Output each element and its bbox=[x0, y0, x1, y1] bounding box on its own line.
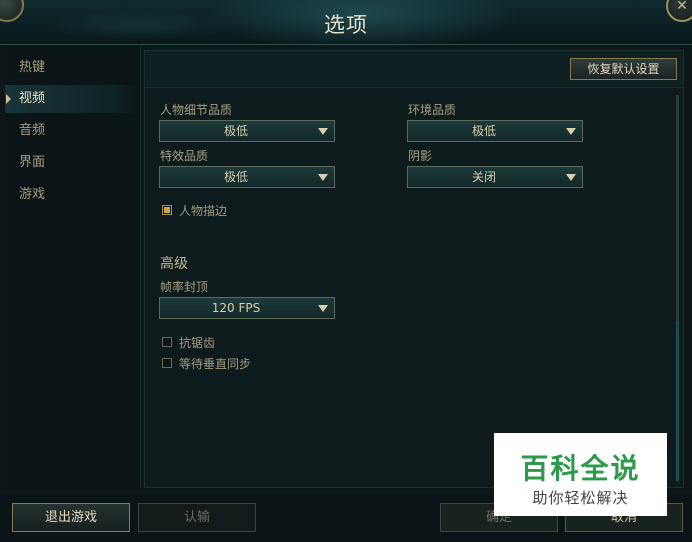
content-scrollbar[interactable] bbox=[676, 95, 679, 485]
anti-aliasing-checkbox[interactable] bbox=[162, 337, 172, 347]
scrollbar-thumb[interactable] bbox=[676, 321, 679, 481]
dropdown-arrow-icon bbox=[318, 305, 328, 312]
restore-defaults-button[interactable]: 恢复默认设置 bbox=[570, 58, 677, 80]
environment-quality-label: 环境品质 bbox=[408, 103, 457, 117]
dropdown-arrow-icon bbox=[318, 174, 328, 181]
dropdown-arrow-icon bbox=[318, 128, 328, 135]
settings-sidebar: 热键 视频 音频 界面 游戏 bbox=[5, 46, 141, 488]
vsync-label: 等待垂直同步 bbox=[179, 357, 252, 371]
sidebar-item-audio[interactable]: 音频 bbox=[5, 117, 140, 145]
dropdown-value: 极低 bbox=[471, 124, 496, 138]
sidebar-item-hotkeys[interactable]: 热键 bbox=[5, 54, 140, 82]
dropdown-arrow-icon bbox=[566, 174, 576, 181]
window-title: 选项 bbox=[324, 13, 368, 37]
sidebar-item-interface[interactable]: 界面 bbox=[5, 149, 140, 177]
environment-quality-dropdown[interactable]: 极低 bbox=[407, 120, 583, 142]
character-outline-label: 人物描边 bbox=[179, 204, 228, 218]
character-quality-dropdown[interactable]: 极低 bbox=[159, 120, 335, 142]
advanced-section-heading: 高级 bbox=[160, 256, 188, 272]
quit-game-button[interactable]: 退出游戏 bbox=[12, 503, 130, 532]
anti-aliasing-label: 抗锯齿 bbox=[179, 336, 216, 350]
character-quality-label: 人物细节品质 bbox=[160, 103, 233, 117]
watermark-title: 百科全说 bbox=[520, 452, 641, 485]
frame-rate-cap-label: 帧率封顶 bbox=[160, 280, 209, 294]
shadows-label: 阴影 bbox=[408, 149, 433, 163]
sidebar-item-label: 界面 bbox=[19, 155, 46, 170]
sidebar-item-video[interactable]: 视频 bbox=[5, 85, 140, 113]
watermark-subtitle: 助你轻松解决 bbox=[532, 489, 629, 507]
sidebar-item-game[interactable]: 游戏 bbox=[5, 181, 140, 209]
window-header: 选项 ✕ bbox=[0, 0, 692, 50]
dropdown-value: 120 FPS bbox=[211, 301, 261, 315]
dropdown-value: 极低 bbox=[223, 170, 248, 184]
panel-toolbar: 恢复默认设置 bbox=[145, 51, 683, 88]
watermark-overlay: 百科全说 助你轻松解决 bbox=[494, 433, 667, 516]
close-icon: ✕ bbox=[676, 0, 688, 14]
sidebar-item-label: 音频 bbox=[19, 123, 46, 138]
dropdown-arrow-icon bbox=[566, 128, 576, 135]
scrollbar-track bbox=[676, 95, 679, 321]
vsync-checkbox[interactable] bbox=[162, 358, 172, 368]
shadows-dropdown[interactable]: 关闭 bbox=[407, 166, 583, 188]
options-window: 选项 ✕ 热键 视频 音频 界面 游戏 恢复默认设置 人物细节品质 极低 环境品… bbox=[0, 0, 692, 542]
surrender-button[interactable]: 认输 bbox=[138, 503, 256, 532]
sidebar-item-label: 视频 bbox=[19, 91, 46, 106]
sidebar-item-label: 热键 bbox=[19, 60, 46, 75]
dropdown-value: 关闭 bbox=[471, 170, 496, 184]
effects-quality-dropdown[interactable]: 极低 bbox=[159, 166, 335, 188]
effects-quality-label: 特效品质 bbox=[160, 149, 209, 163]
character-outline-checkbox[interactable] bbox=[162, 205, 172, 215]
frame-rate-cap-dropdown[interactable]: 120 FPS bbox=[159, 297, 335, 319]
active-indicator-icon bbox=[6, 94, 11, 104]
dropdown-value: 极低 bbox=[223, 124, 248, 138]
video-settings-panel: 恢复默认设置 人物细节品质 极低 环境品质 极低 特效品质 极低 阴影 关闭 人… bbox=[144, 50, 684, 488]
sidebar-item-label: 游戏 bbox=[19, 187, 46, 202]
